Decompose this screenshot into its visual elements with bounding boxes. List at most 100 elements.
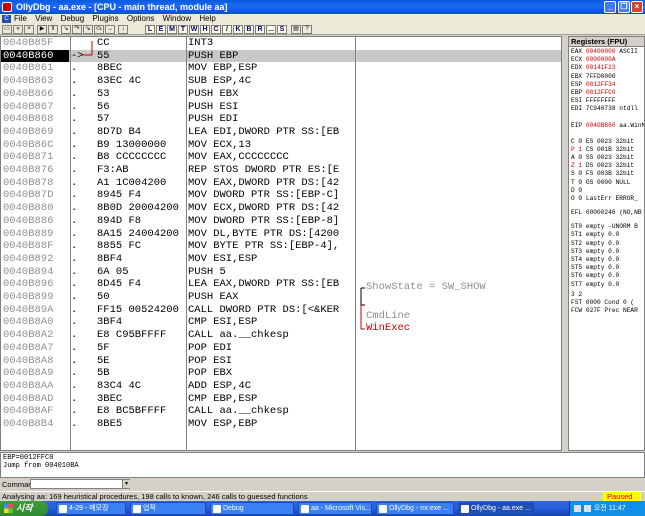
fpu-status[interactable]: 3 2 (571, 291, 582, 298)
menu-debug[interactable]: Debug (61, 14, 85, 23)
register-esp[interactable]: ESP 0012FF34 (571, 81, 616, 88)
trace-over-icon[interactable]: ⤼ (94, 25, 104, 34)
disassembly-row[interactable]: 0040B8A0. 3BF4 CMP ESI,ESP (1, 316, 561, 329)
disassembly-row[interactable]: 0040B85F CC INT3 (1, 37, 561, 50)
threads-window-button[interactable]: T (178, 25, 188, 34)
call-stack-button[interactable]: K (233, 25, 243, 34)
flag-line[interactable]: Z 1 DS 0023 32bit (571, 162, 634, 169)
register-eax[interactable]: EAX 00400000 ASCII (571, 48, 638, 55)
disassembly-row[interactable]: 0040B889. 8A15 24004200 MOV DL,BYTE PTR DS… (1, 228, 561, 241)
disassembly-row[interactable]: 0040B876. F3:AB REP STOS DWORD PTR ES:[E (1, 164, 561, 177)
disassembly-row[interactable]: 0040B886. 894D F8 MOV DWORD PTR SS:[EBP-8] (1, 215, 561, 228)
registers-pane[interactable]: Registers (FPU) EAX 00400000 ASCII ECX 0… (568, 36, 645, 451)
goto-icon[interactable]: ↓ (118, 25, 128, 34)
minimize-button[interactable]: _ (604, 1, 616, 13)
disassembly-row[interactable]: 0040B863. 83EC 4C SUB ESP,4C (1, 75, 561, 88)
fpu-register[interactable]: ST1 empty 0.0 (571, 231, 619, 238)
taskbar-item-debug[interactable]: Debug (210, 502, 294, 515)
run-trace-button[interactable]: ... (266, 25, 276, 34)
disassembly-row[interactable]: 0040B868. 57 PUSH EDI (1, 113, 561, 126)
fpu-status[interactable]: FST 0000 Cond 0 ( (571, 299, 634, 306)
references-window-button[interactable]: R (255, 25, 265, 34)
disassembly-row[interactable]: 0040B8B4. 8BE5 MOV ESP,EBP (1, 418, 561, 431)
language-indicator-icon[interactable] (574, 504, 581, 512)
disassembly-row[interactable]: 0040B89A. FF15 00524200 CALL DWORD PTR DS:… (1, 304, 561, 317)
trace-into-icon[interactable]: ⇘ (83, 25, 93, 34)
disassembly-row[interactable]: 0040B8A9. 5B POP EBX (1, 367, 561, 380)
disassembly-row[interactable]: 0040B871. B8 CCCCCCCC MOV EAX,CCCCCCCC (1, 151, 561, 164)
register-efl[interactable]: EFL 00000246 (NO,NB (571, 209, 642, 216)
fpu-register[interactable]: ST6 empty 0.0 (571, 272, 619, 279)
disassembly-pane[interactable]: 0040B85F CC INT3 0040B860 -> 55 PUSH EBP 0040B8… (0, 36, 562, 451)
flag-line[interactable]: P 1 CS 001B 32bit (571, 146, 634, 153)
flag-line[interactable]: A 0 SS 0023 32bit (571, 154, 634, 161)
disassembly-row[interactable]: 0040B8AD. 3BEC CMP EBP,ESP (1, 393, 561, 406)
modules-window-button[interactable]: E (156, 25, 166, 34)
windows-window-button[interactable]: W (189, 25, 199, 34)
disassembly-row[interactable]: 0040B88F. 8855 FC MOV BYTE PTR SS:[EBP-4], (1, 240, 561, 253)
patches-window-button[interactable]: / (222, 25, 232, 34)
step-into-icon[interactable]: ↘ (61, 25, 71, 34)
register-ecx[interactable]: ECX 0000000A (571, 56, 616, 63)
flag-line[interactable]: D 0 (571, 187, 582, 194)
flag-line[interactable]: S 0 FS 003B 32bit (571, 170, 634, 177)
command-dropdown-icon[interactable]: ▼ (122, 480, 130, 488)
restart-icon[interactable]: « (13, 25, 23, 34)
taskbar-item-folder[interactable]: 업적 (130, 502, 206, 515)
disassembly-row[interactable]: 0040B878. A1 1C004200 MOV EAX,DWORD PTR DS… (1, 177, 561, 190)
disassembly-row[interactable]: 0040B866. 53 PUSH EBX (1, 88, 561, 101)
taskbar-item-notepad[interactable]: 4-29 - 메모장 (56, 502, 126, 515)
register-edx[interactable]: EDX 00141F23 (571, 64, 616, 71)
memory-window-button[interactable]: M (167, 25, 177, 34)
command-input[interactable] (30, 479, 130, 489)
restore-button[interactable]: ❐ (618, 1, 630, 13)
fpu-register[interactable]: ST5 empty 0.0 (571, 264, 619, 271)
fpu-register[interactable]: ST2 empty 0.0 (571, 240, 619, 247)
register-edi[interactable]: EDI 7C940738 ntdll (571, 105, 638, 112)
step-over-icon[interactable]: ↷ (72, 25, 82, 34)
register-ebp[interactable]: EBP 0012FFC0 (571, 89, 616, 96)
help-icon[interactable]: ? (302, 25, 312, 34)
execute-till-return-icon[interactable]: → (105, 25, 115, 34)
disassembly-row[interactable]: 0040B861. 8BEC MOV EBP,ESP (1, 62, 561, 75)
run-icon[interactable]: ▶ (37, 25, 47, 34)
disassembly-row[interactable]: 0040B880. 8B0D 20004200 MOV ECX,DWORD PTR … (1, 202, 561, 215)
disassembly-row[interactable]: 0040B8A2. E8 C95BFFFF CALL aa.__chkesp (1, 329, 561, 342)
disassembly-row[interactable]: 0040B869. 8D7D B4 LEA EDI,DWORD PTR SS:[EB (1, 126, 561, 139)
flag-line[interactable]: O 0 LastErr ERROR_ (571, 195, 638, 202)
flag-line[interactable]: C 0 ES 0023 32bit (571, 138, 634, 145)
mdi-child-icon[interactable]: C (2, 15, 11, 23)
menu-plugins[interactable]: Plugins (92, 14, 118, 23)
disassembly-row[interactable]: 0040B87D. 8945 F4 MOV DWORD PTR SS:[EBP-C] (1, 189, 561, 202)
fpu-status[interactable]: FCW 027F Prec NEAR (571, 307, 638, 314)
taskbar-item-visual-studio[interactable]: aa - Microsoft Vis... (298, 502, 372, 515)
fpu-register[interactable]: ST7 empty 0.0 (571, 281, 619, 288)
menu-options[interactable]: Options (127, 14, 155, 23)
disassembly-row[interactable]: 0040B8A8. 5E POP ESI (1, 355, 561, 368)
breakpoints-window-button[interactable]: B (244, 25, 254, 34)
pause-icon[interactable]: ‖ (48, 25, 58, 34)
disassembly-row[interactable]: 0040B86C. B9 13000000 MOV ECX,13 (1, 139, 561, 152)
flag-line[interactable]: T 0 GS 0000 NULL (571, 179, 630, 186)
menu-file[interactable]: File (14, 14, 27, 23)
volume-icon[interactable] (583, 504, 591, 512)
start-button[interactable]: 시작 (0, 501, 48, 516)
disassembly-row[interactable]: 0040B8AA. 83C4 4C ADD ESP,4C (1, 380, 561, 393)
fpu-register[interactable]: ST3 empty 0.0 (571, 248, 619, 255)
cpu-window-button[interactable]: C (211, 25, 221, 34)
log-window-button[interactable]: L (145, 25, 155, 34)
disassembly-row[interactable]: 0040B867. 56 PUSH ESI (1, 101, 561, 114)
menu-window[interactable]: Window (163, 14, 191, 23)
source-window-button[interactable]: S (277, 25, 287, 34)
menu-view[interactable]: View (35, 14, 52, 23)
disassembly-row[interactable]: 0040B894. 6A 05 PUSH 5 (1, 266, 561, 279)
handles-window-button[interactable]: H (200, 25, 210, 34)
taskbar-item-ollydbg-mr[interactable]: OllyDbg - mr.exe ... (376, 502, 454, 515)
taskbar-item-ollydbg-aa[interactable]: OllyDbg - aa.exe ... (458, 502, 534, 515)
fpu-register[interactable]: ST4 empty 0.0 (571, 256, 619, 263)
open-icon[interactable]: ▭ (2, 25, 12, 34)
options-icon[interactable]: ▤ (291, 25, 301, 34)
close-button[interactable]: × (631, 1, 643, 13)
disassembly-row[interactable]: 0040B8A7. 5F POP EDI (1, 342, 561, 355)
close-file-icon[interactable]: × (24, 25, 34, 34)
